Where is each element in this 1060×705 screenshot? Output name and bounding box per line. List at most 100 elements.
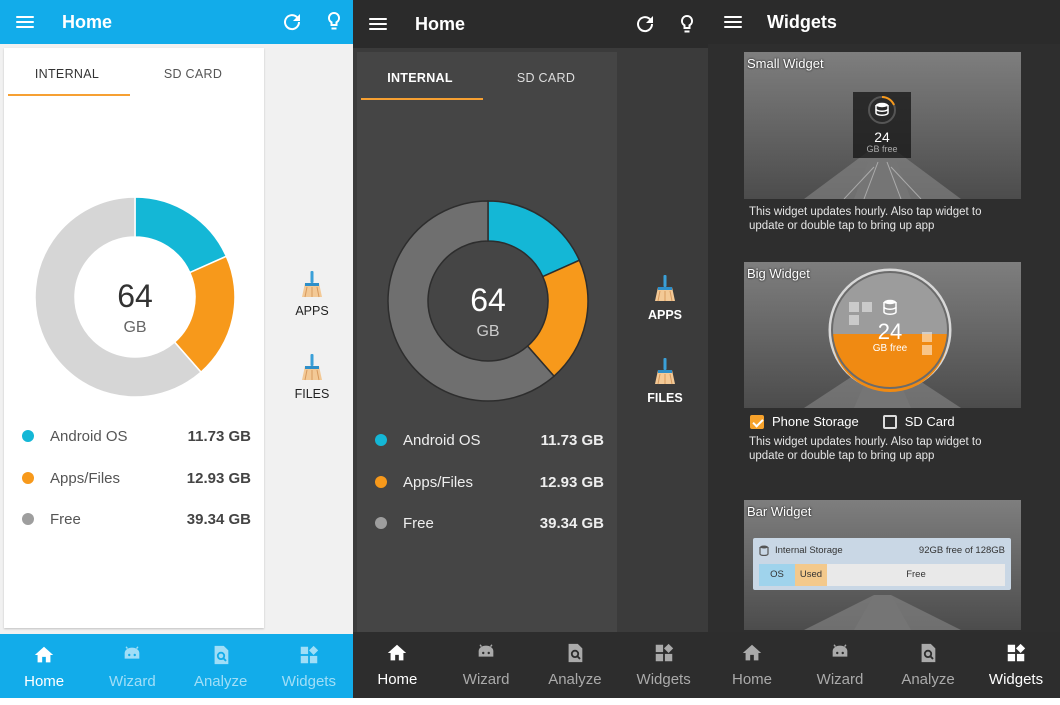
- legend-item-apps-files: Apps/Files 12.93 GB: [357, 467, 617, 497]
- legend-dot: [22, 430, 34, 442]
- nav-analyze[interactable]: Analyze: [177, 634, 265, 698]
- legend-label: Free: [403, 514, 434, 532]
- home-screen-light: Home INTERNAL SD CARD 64 GB Android OS 1…: [0, 0, 353, 698]
- page-title: Home: [62, 11, 113, 32]
- page-title: Widgets: [767, 11, 837, 32]
- page-title: Home: [415, 14, 466, 34]
- legend-value: 39.34 GB: [539, 514, 604, 532]
- files-clean-button[interactable]: FILES: [277, 353, 347, 401]
- nav-label: Home: [731, 671, 772, 688]
- refresh-icon[interactable]: [633, 12, 657, 36]
- tab-sd-card[interactable]: SD CARD: [130, 48, 256, 96]
- refresh-icon[interactable]: [280, 10, 304, 34]
- app-bar: Home: [353, 0, 708, 48]
- app-bar: Widgets: [708, 0, 1060, 44]
- legend-dot: [375, 434, 387, 446]
- nav-analyze[interactable]: Analyze: [884, 632, 972, 698]
- nav-home[interactable]: Home: [708, 632, 796, 698]
- database-icon: [868, 96, 896, 124]
- legend-value: 12.93 GB: [186, 469, 251, 487]
- nav-home[interactable]: Home: [353, 632, 442, 698]
- big-widget-face: 24 GB free: [860, 298, 920, 354]
- nav-label: Widgets: [281, 673, 336, 690]
- apps-clean-button[interactable]: APPS: [630, 274, 700, 322]
- sd-card-label: SD Card: [904, 414, 955, 429]
- small-widget-image: Small Widget 24 GB free: [744, 52, 1021, 199]
- sd-card-checkbox[interactable]: [882, 414, 897, 429]
- broom-icon: [655, 358, 675, 385]
- bar-widget-preview[interactable]: Bar Widget Internal Storage 92GB free of…: [744, 500, 1021, 630]
- legend-label: Android OS: [50, 427, 128, 445]
- storage-card: INTERNAL SD CARD 64 GB Android OS 11.73 …: [357, 52, 617, 632]
- nav-home[interactable]: Home: [0, 634, 88, 698]
- legend-dot: [22, 472, 34, 484]
- bar-widget-image: Bar Widget Internal Storage 92GB free of…: [744, 500, 1021, 630]
- storage-donut-chart: 64 GB: [34, 196, 236, 398]
- apps-clean-button[interactable]: APPS: [277, 270, 347, 318]
- legend-label: Apps/Files: [50, 469, 121, 487]
- capacity-unit: GB: [476, 323, 500, 340]
- widgets-icon: [300, 645, 319, 664]
- database-icon: [883, 299, 897, 315]
- menu-icon[interactable]: [16, 16, 34, 28]
- nav-wizard[interactable]: Wizard: [442, 632, 531, 698]
- free-label: GB free: [872, 343, 908, 354]
- nav-label: Widgets: [636, 671, 691, 688]
- widgets-icon: [655, 643, 673, 662]
- bar-segment-os: OS: [759, 564, 795, 586]
- nav-label: Widgets: [988, 671, 1044, 688]
- total-capacity: 64: [117, 278, 153, 314]
- android-icon: [478, 644, 494, 657]
- nav-wizard[interactable]: Wizard: [88, 634, 176, 698]
- storage-label: Internal Storage: [775, 545, 843, 556]
- donut-slice-android-os: [134, 196, 228, 274]
- legend-dot: [22, 513, 34, 525]
- legend-item-android-os: Android OS 11.73 GB: [357, 425, 617, 455]
- nav-label: Analyze: [548, 671, 602, 688]
- legend-dot: [375, 476, 387, 488]
- nav-widgets[interactable]: Widgets: [619, 632, 708, 698]
- files-label: FILES: [294, 387, 330, 401]
- phone-storage-checkbox[interactable]: [750, 414, 764, 429]
- app-bar: Home: [0, 0, 353, 44]
- bottom-navigation: Home Wizard Analyze Widgets: [708, 632, 1060, 698]
- analyze-icon: [214, 645, 228, 665]
- big-widget-preview[interactable]: Big Widget 24 GB free Phone Storage SD C…: [744, 262, 1021, 463]
- tab-sd-card[interactable]: SD CARD: [483, 52, 609, 100]
- lightbulb-icon[interactable]: [675, 12, 699, 36]
- small-widget-preview[interactable]: Small Widget 24 GB free This widget upda…: [744, 52, 1021, 233]
- legend-label: Android OS: [403, 431, 481, 449]
- broom-icon: [302, 354, 322, 381]
- nav-widgets[interactable]: Widgets: [265, 634, 353, 698]
- capacity-unit: GB: [123, 319, 147, 336]
- tab-internal[interactable]: INTERNAL: [4, 48, 130, 96]
- lightbulb-icon[interactable]: [322, 9, 346, 33]
- menu-icon[interactable]: [369, 18, 387, 30]
- nav-widgets[interactable]: Widgets: [972, 632, 1060, 698]
- widgets-screen: Widgets Small Widget 24 GB free This wid…: [708, 0, 1060, 698]
- widget-title: Small Widget: [747, 56, 824, 71]
- home-screen-dark: Home INTERNAL SD CARD 64 GB Android OS 1…: [353, 0, 708, 698]
- bar-segment-used: Used: [795, 564, 827, 586]
- nav-wizard[interactable]: Wizard: [796, 632, 884, 698]
- tab-internal[interactable]: INTERNAL: [357, 52, 483, 100]
- legend-label: Free: [50, 510, 81, 528]
- legend-value: 11.73 GB: [187, 427, 251, 445]
- legend-item-free: Free 39.34 GB: [4, 504, 264, 534]
- widgets-icon: [1007, 643, 1026, 662]
- legend-dot: [375, 517, 387, 529]
- apps-label: APPS: [295, 304, 329, 318]
- legend-value: 11.73 GB: [540, 431, 604, 449]
- legend-item-free: Free 39.34 GB: [357, 508, 617, 538]
- legend-value: 39.34 GB: [186, 510, 251, 528]
- menu-icon[interactable]: [724, 16, 742, 28]
- nav-label: Analyze: [901, 671, 955, 688]
- free-number: 24: [874, 129, 890, 145]
- nav-analyze[interactable]: Analyze: [531, 632, 620, 698]
- analyze-icon: [921, 643, 936, 663]
- home-icon: [34, 646, 54, 663]
- apps-label: APPS: [647, 308, 683, 322]
- files-clean-button[interactable]: FILES: [630, 357, 700, 405]
- android-icon: [125, 646, 140, 659]
- nav-label: Analyze: [193, 673, 248, 690]
